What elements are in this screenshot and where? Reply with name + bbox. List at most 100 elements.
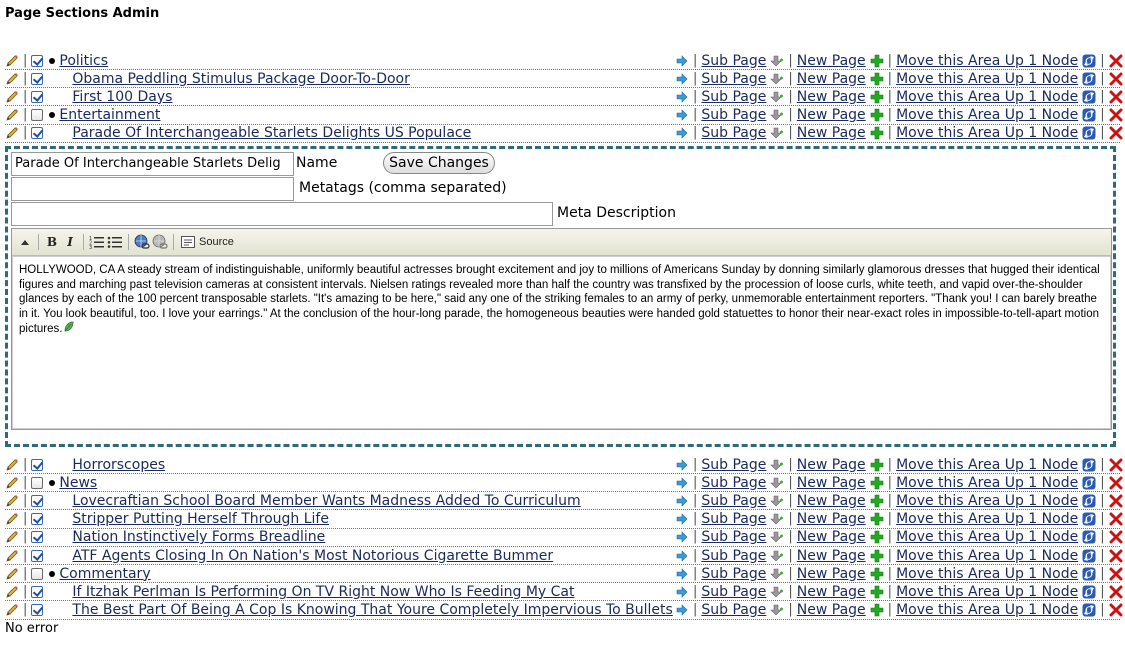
delete-x-icon[interactable]	[1109, 567, 1123, 581]
section-title-link[interactable]: Horrorscopes	[72, 457, 165, 473]
section-title-link[interactable]: Obama Peddling Stimulus Package Door-To-…	[72, 71, 410, 87]
visible-checkbox[interactable]	[31, 604, 44, 617]
visible-checkbox[interactable]	[31, 458, 44, 471]
new-page-link[interactable]: New Page	[797, 511, 866, 527]
edit-pencil-icon[interactable]	[5, 108, 19, 122]
source-button[interactable]: Source	[178, 232, 237, 252]
italic-button[interactable]: I	[61, 232, 79, 252]
delete-x-icon[interactable]	[1109, 458, 1123, 472]
visible-checkbox[interactable]	[31, 567, 44, 580]
edit-pencil-icon[interactable]	[5, 90, 19, 104]
sub-page-link[interactable]: Sub Page	[701, 566, 766, 582]
sub-page-link[interactable]: Sub Page	[701, 584, 766, 600]
section-title-link[interactable]: News	[59, 475, 97, 491]
edit-pencil-icon[interactable]	[5, 476, 19, 490]
edit-pencil-icon[interactable]	[5, 530, 19, 544]
link-icon[interactable]	[133, 232, 151, 252]
delete-x-icon[interactable]	[1109, 72, 1123, 86]
section-title-link[interactable]: Stripper Putting Herself Through Life	[72, 511, 329, 527]
delete-x-icon[interactable]	[1109, 108, 1123, 122]
new-page-link[interactable]: New Page	[797, 475, 866, 491]
move-up-link[interactable]: Move this Area Up 1 Node	[896, 566, 1078, 582]
sub-page-link[interactable]: Sub Page	[701, 53, 766, 69]
new-page-link[interactable]: New Page	[797, 89, 866, 105]
edit-pencil-icon[interactable]	[5, 567, 19, 581]
move-up-link[interactable]: Move this Area Up 1 Node	[896, 125, 1078, 141]
edit-pencil-icon[interactable]	[5, 126, 19, 140]
section-title-link[interactable]: Parade Of Interchangeable Starlets Delig…	[72, 125, 471, 141]
visible-checkbox[interactable]	[31, 513, 44, 526]
sub-page-link[interactable]: Sub Page	[701, 475, 766, 491]
sub-page-link[interactable]: Sub Page	[701, 457, 766, 473]
visible-checkbox[interactable]	[31, 109, 44, 122]
collapse-toolbar-icon[interactable]	[16, 232, 34, 252]
new-page-link[interactable]: New Page	[797, 53, 866, 69]
move-up-link[interactable]: Move this Area Up 1 Node	[896, 602, 1078, 618]
edit-pencil-icon[interactable]	[5, 512, 19, 526]
new-page-link[interactable]: New Page	[797, 107, 866, 123]
section-title-link[interactable]: The Best Part Of Being A Cop Is Knowing …	[72, 602, 672, 618]
edit-pencil-icon[interactable]	[5, 458, 19, 472]
delete-x-icon[interactable]	[1109, 512, 1123, 526]
move-up-link[interactable]: Move this Area Up 1 Node	[896, 511, 1078, 527]
delete-x-icon[interactable]	[1109, 603, 1123, 617]
move-up-link[interactable]: Move this Area Up 1 Node	[896, 548, 1078, 564]
delete-x-icon[interactable]	[1109, 549, 1123, 563]
sub-page-link[interactable]: Sub Page	[701, 602, 766, 618]
delete-x-icon[interactable]	[1109, 530, 1123, 544]
edit-pencil-icon[interactable]	[5, 54, 19, 68]
section-title-link[interactable]: First 100 Days	[72, 89, 172, 105]
section-title-link[interactable]: Commentary	[59, 566, 150, 582]
sub-page-link[interactable]: Sub Page	[701, 89, 766, 105]
new-page-link[interactable]: New Page	[797, 602, 866, 618]
sub-page-link[interactable]: Sub Page	[701, 125, 766, 141]
section-title-link[interactable]: Entertainment	[59, 107, 160, 123]
visible-checkbox[interactable]	[31, 549, 44, 562]
save-changes-button[interactable]: Save Changes	[383, 152, 495, 174]
bold-button[interactable]: B	[43, 232, 61, 252]
sub-page-link[interactable]: Sub Page	[701, 529, 766, 545]
visible-checkbox[interactable]	[31, 476, 44, 489]
new-page-link[interactable]: New Page	[797, 529, 866, 545]
delete-x-icon[interactable]	[1109, 54, 1123, 68]
meta-description-input[interactable]	[11, 202, 553, 226]
visible-checkbox[interactable]	[31, 127, 44, 140]
edit-pencil-icon[interactable]	[5, 603, 19, 617]
metatags-input[interactable]	[11, 177, 294, 201]
new-page-link[interactable]: New Page	[797, 548, 866, 564]
sub-page-link[interactable]: Sub Page	[701, 493, 766, 509]
delete-x-icon[interactable]	[1109, 494, 1123, 508]
visible-checkbox[interactable]	[31, 90, 44, 103]
numbered-list-icon[interactable]: 123	[88, 232, 106, 252]
new-page-link[interactable]: New Page	[797, 584, 866, 600]
move-up-link[interactable]: Move this Area Up 1 Node	[896, 107, 1078, 123]
visible-checkbox[interactable]	[31, 531, 44, 544]
edit-pencil-icon[interactable]	[5, 72, 19, 86]
section-title-link[interactable]: Nation Instinctively Forms Breadline	[72, 529, 325, 545]
new-page-link[interactable]: New Page	[797, 125, 866, 141]
move-up-link[interactable]: Move this Area Up 1 Node	[896, 71, 1078, 87]
move-up-link[interactable]: Move this Area Up 1 Node	[896, 53, 1078, 69]
sub-page-link[interactable]: Sub Page	[701, 511, 766, 527]
visible-checkbox[interactable]	[31, 494, 44, 507]
move-up-link[interactable]: Move this Area Up 1 Node	[896, 584, 1078, 600]
visible-checkbox[interactable]	[31, 585, 44, 598]
move-up-link[interactable]: Move this Area Up 1 Node	[896, 493, 1078, 509]
bulleted-list-icon[interactable]	[106, 232, 124, 252]
move-up-link[interactable]: Move this Area Up 1 Node	[896, 475, 1078, 491]
new-page-link[interactable]: New Page	[797, 71, 866, 87]
delete-x-icon[interactable]	[1109, 90, 1123, 104]
sub-page-link[interactable]: Sub Page	[701, 548, 766, 564]
edit-pencil-icon[interactable]	[5, 549, 19, 563]
visible-checkbox[interactable]	[31, 72, 44, 85]
sub-page-link[interactable]: Sub Page	[701, 71, 766, 87]
move-up-link[interactable]: Move this Area Up 1 Node	[896, 89, 1078, 105]
unlink-icon[interactable]	[151, 232, 169, 252]
section-title-link[interactable]: ATF Agents Closing In On Nation's Most N…	[72, 548, 553, 564]
section-title-link[interactable]: Politics	[59, 53, 108, 69]
name-input[interactable]: Parade Of Interchangeable Starlets Delig	[11, 152, 294, 176]
new-page-link[interactable]: New Page	[797, 566, 866, 582]
delete-x-icon[interactable]	[1109, 126, 1123, 140]
new-page-link[interactable]: New Page	[797, 457, 866, 473]
edit-pencil-icon[interactable]	[5, 494, 19, 508]
